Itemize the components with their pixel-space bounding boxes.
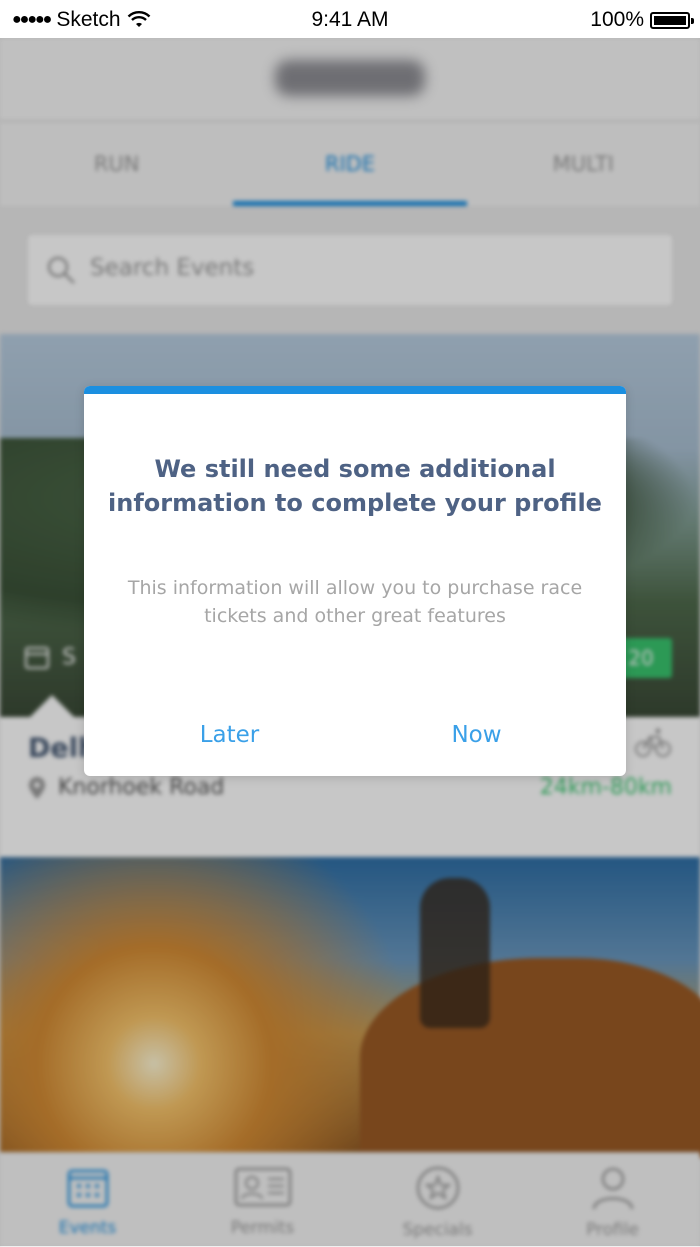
profile-required-dialog: We still need some additional informatio… [84,386,626,776]
now-button[interactable]: Now [341,704,612,764]
status-bar: ●●●●● Sketch 9:41 AM 100% [0,0,700,38]
battery-percent: 100% [590,8,644,31]
battery-icon [650,11,694,29]
dialog-message: This information will allow you to purch… [127,577,583,627]
dialog-accent-bar [84,386,626,394]
later-button[interactable]: Later [94,704,365,764]
dialog-title: We still need some additional informatio… [108,455,602,517]
status-right: 100% [590,8,694,32]
